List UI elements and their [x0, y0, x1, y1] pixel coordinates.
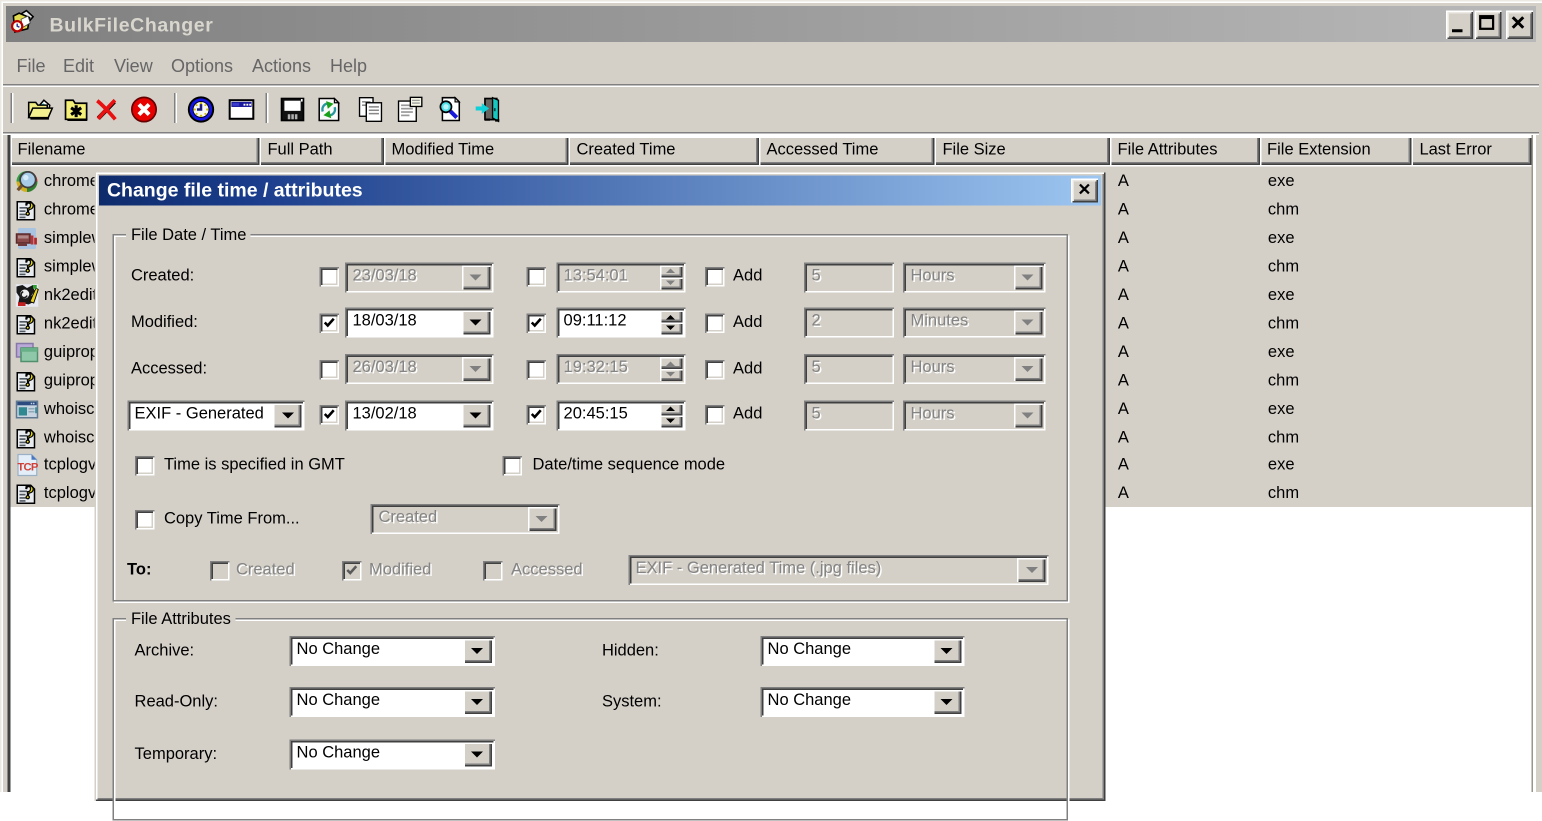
svg-text:TCP: TCP: [17, 462, 38, 474]
